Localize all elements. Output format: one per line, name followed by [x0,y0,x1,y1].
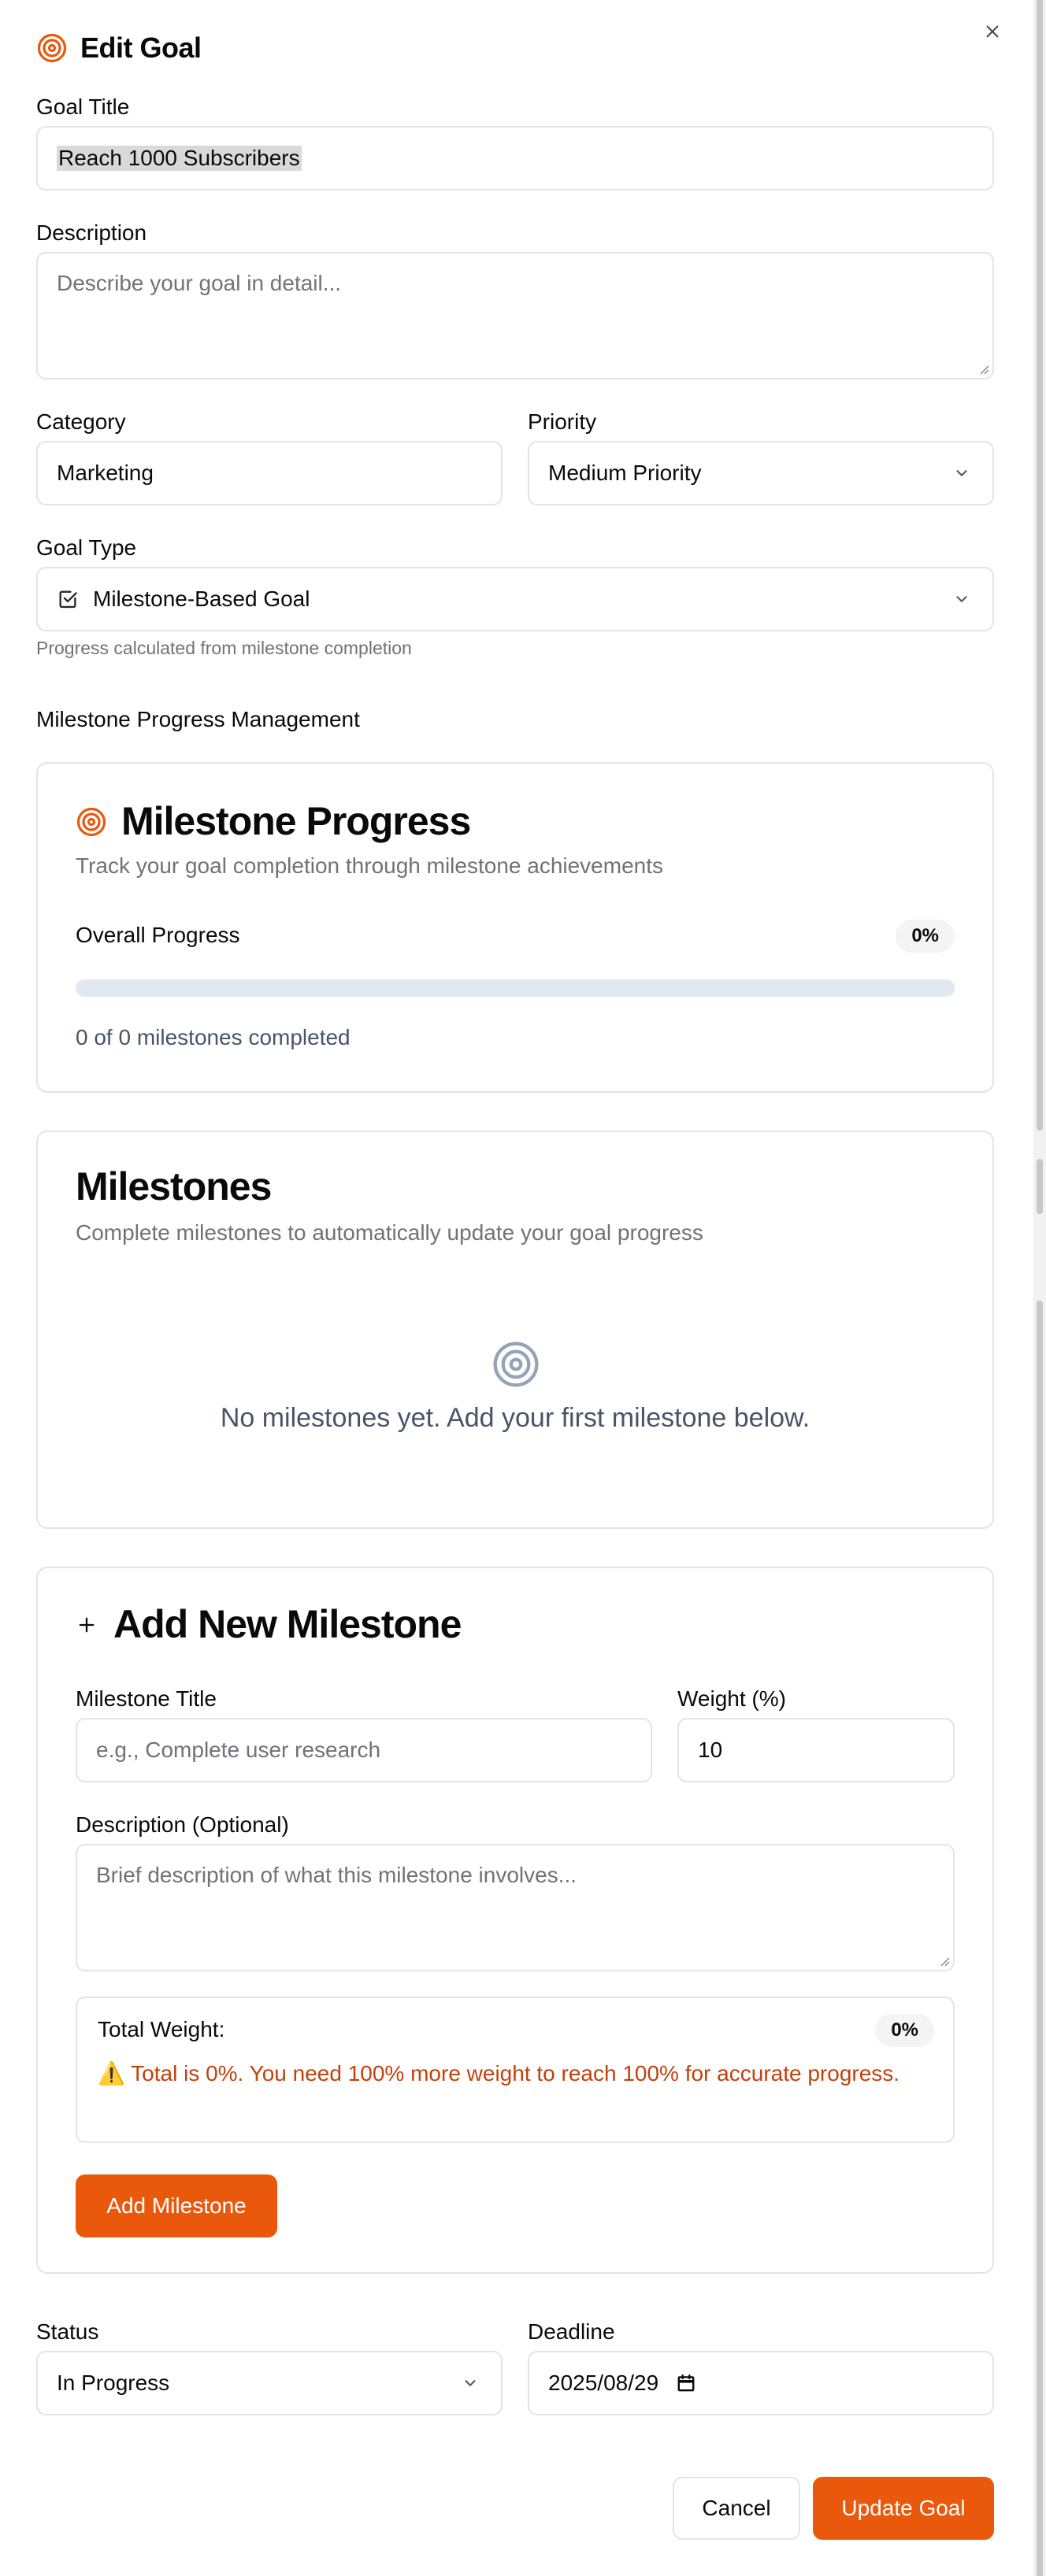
resize-handle-icon[interactable] [937,1954,950,1967]
add-milestone-card: Add New Milestone Milestone Title e.g., … [36,1567,994,2274]
milestones-title: Milestones [76,1164,272,1208]
goal-type-value: Milestone-Based Goal [93,587,310,611]
category-label: Category [36,409,126,434]
goal-title-input[interactable]: Reach 1000 Subscribers [36,126,994,191]
target-icon [493,1342,539,1387]
warning-icon: ⚠️ [98,2061,125,2086]
target-icon [76,807,106,837]
category-value: Marketing [57,461,154,485]
edit-goal-dialog: Edit Goal Goal Title Reach 1000 Subscrib… [0,0,1033,2576]
scrollbar-thumb[interactable] [1037,1159,1043,1214]
milestone-progress-title: Milestone Progress [121,799,471,843]
close-icon [986,25,999,38]
weight-value: 10 [698,1738,723,1762]
goal-type-hint: Progress calculated from milestone compl… [36,638,412,658]
milestone-description-label: Description (Optional) [76,1812,289,1837]
deadline-label: Deadline [528,2319,615,2344]
priority-label: Priority [528,409,597,434]
deadline-value: 2025/08/29 [548,2371,659,2395]
target-icon [37,33,67,63]
milestones-completed-text: 0 of 0 milestones completed [76,1025,351,1049]
dialog-header: Edit Goal [36,30,202,66]
add-milestone-button[interactable]: Add Milestone [76,2174,277,2237]
warning-text: Total is 0%. You need 100% more weight t… [131,2061,900,2086]
priority-select[interactable]: Medium Priority [528,441,994,505]
update-goal-button[interactable]: Update Goal [813,2477,994,2540]
milestones-card: Milestones Complete milestones to automa… [36,1131,994,1529]
status-label: Status [36,2319,99,2344]
milestone-progress-card: Milestone Progress Track your goal compl… [36,762,994,1093]
resize-handle-icon[interactable] [977,362,989,375]
description-placeholder: Describe your goal in detail... [57,271,342,295]
overall-progress-bar [76,979,955,997]
description-textarea[interactable]: Describe your goal in detail... [36,252,994,379]
priority-value: Medium Priority [548,461,702,485]
overall-progress-label: Overall Progress [76,923,240,947]
plus-icon [79,1617,95,1633]
total-weight-warning: ⚠️ Total is 0%. You need 100% more weigh… [98,2058,901,2089]
milestone-title-placeholder: e.g., Complete user research [96,1738,381,1762]
goal-type-select[interactable]: Milestone-Based Goal [36,567,994,631]
chevron-down-icon [956,470,967,476]
milestone-title-label: Milestone Title [76,1686,217,1711]
checkbox-icon [59,590,77,609]
scrollbar-thumb[interactable] [1037,1301,1043,2576]
scrollbar-thumb[interactable] [1037,0,1043,1131]
goal-type-label: Goal Type [36,535,137,560]
chevron-down-icon [956,596,967,602]
milestone-description-textarea[interactable]: Brief description of what this milestone… [76,1844,955,1971]
weight-input[interactable]: 10 [677,1718,955,1782]
close-button[interactable] [981,20,1003,43]
dialog-title: Edit Goal [80,31,202,64]
status-value: In Progress [57,2371,170,2395]
milestone-title-input[interactable]: e.g., Complete user research [76,1718,652,1782]
total-weight-box: Total Weight: 0% ⚠️ Total is 0%. You nee… [76,1997,955,2143]
milestone-progress-subtitle: Track your goal completion through miles… [76,853,664,878]
status-select[interactable]: In Progress [36,2351,503,2415]
milestone-description-placeholder: Brief description of what this milestone… [96,1863,577,1887]
weight-label: Weight (%) [677,1686,786,1711]
total-weight-badge: 0% [875,2014,934,2047]
total-weight-label: Total Weight: [98,2017,225,2041]
milestones-subtitle: Complete milestones to automatically upd… [76,1220,703,1245]
goal-title-value: Reach 1000 Subscribers [57,146,302,171]
chevron-down-icon [465,2380,476,2386]
calendar-icon[interactable] [676,2373,696,2393]
goal-title-label: Goal Title [36,94,130,119]
deadline-input[interactable]: 2025/08/29 [528,2351,994,2415]
category-input[interactable]: Marketing [36,441,503,505]
progress-percent-badge: 0% [896,920,955,953]
add-milestone-title: Add New Milestone [113,1602,462,1646]
description-label: Description [36,220,147,245]
cancel-button[interactable]: Cancel [673,2477,800,2540]
empty-milestones-text: No milestones yet. Add your first milest… [220,1403,810,1433]
milestone-management-heading: Milestone Progress Management [36,707,360,731]
